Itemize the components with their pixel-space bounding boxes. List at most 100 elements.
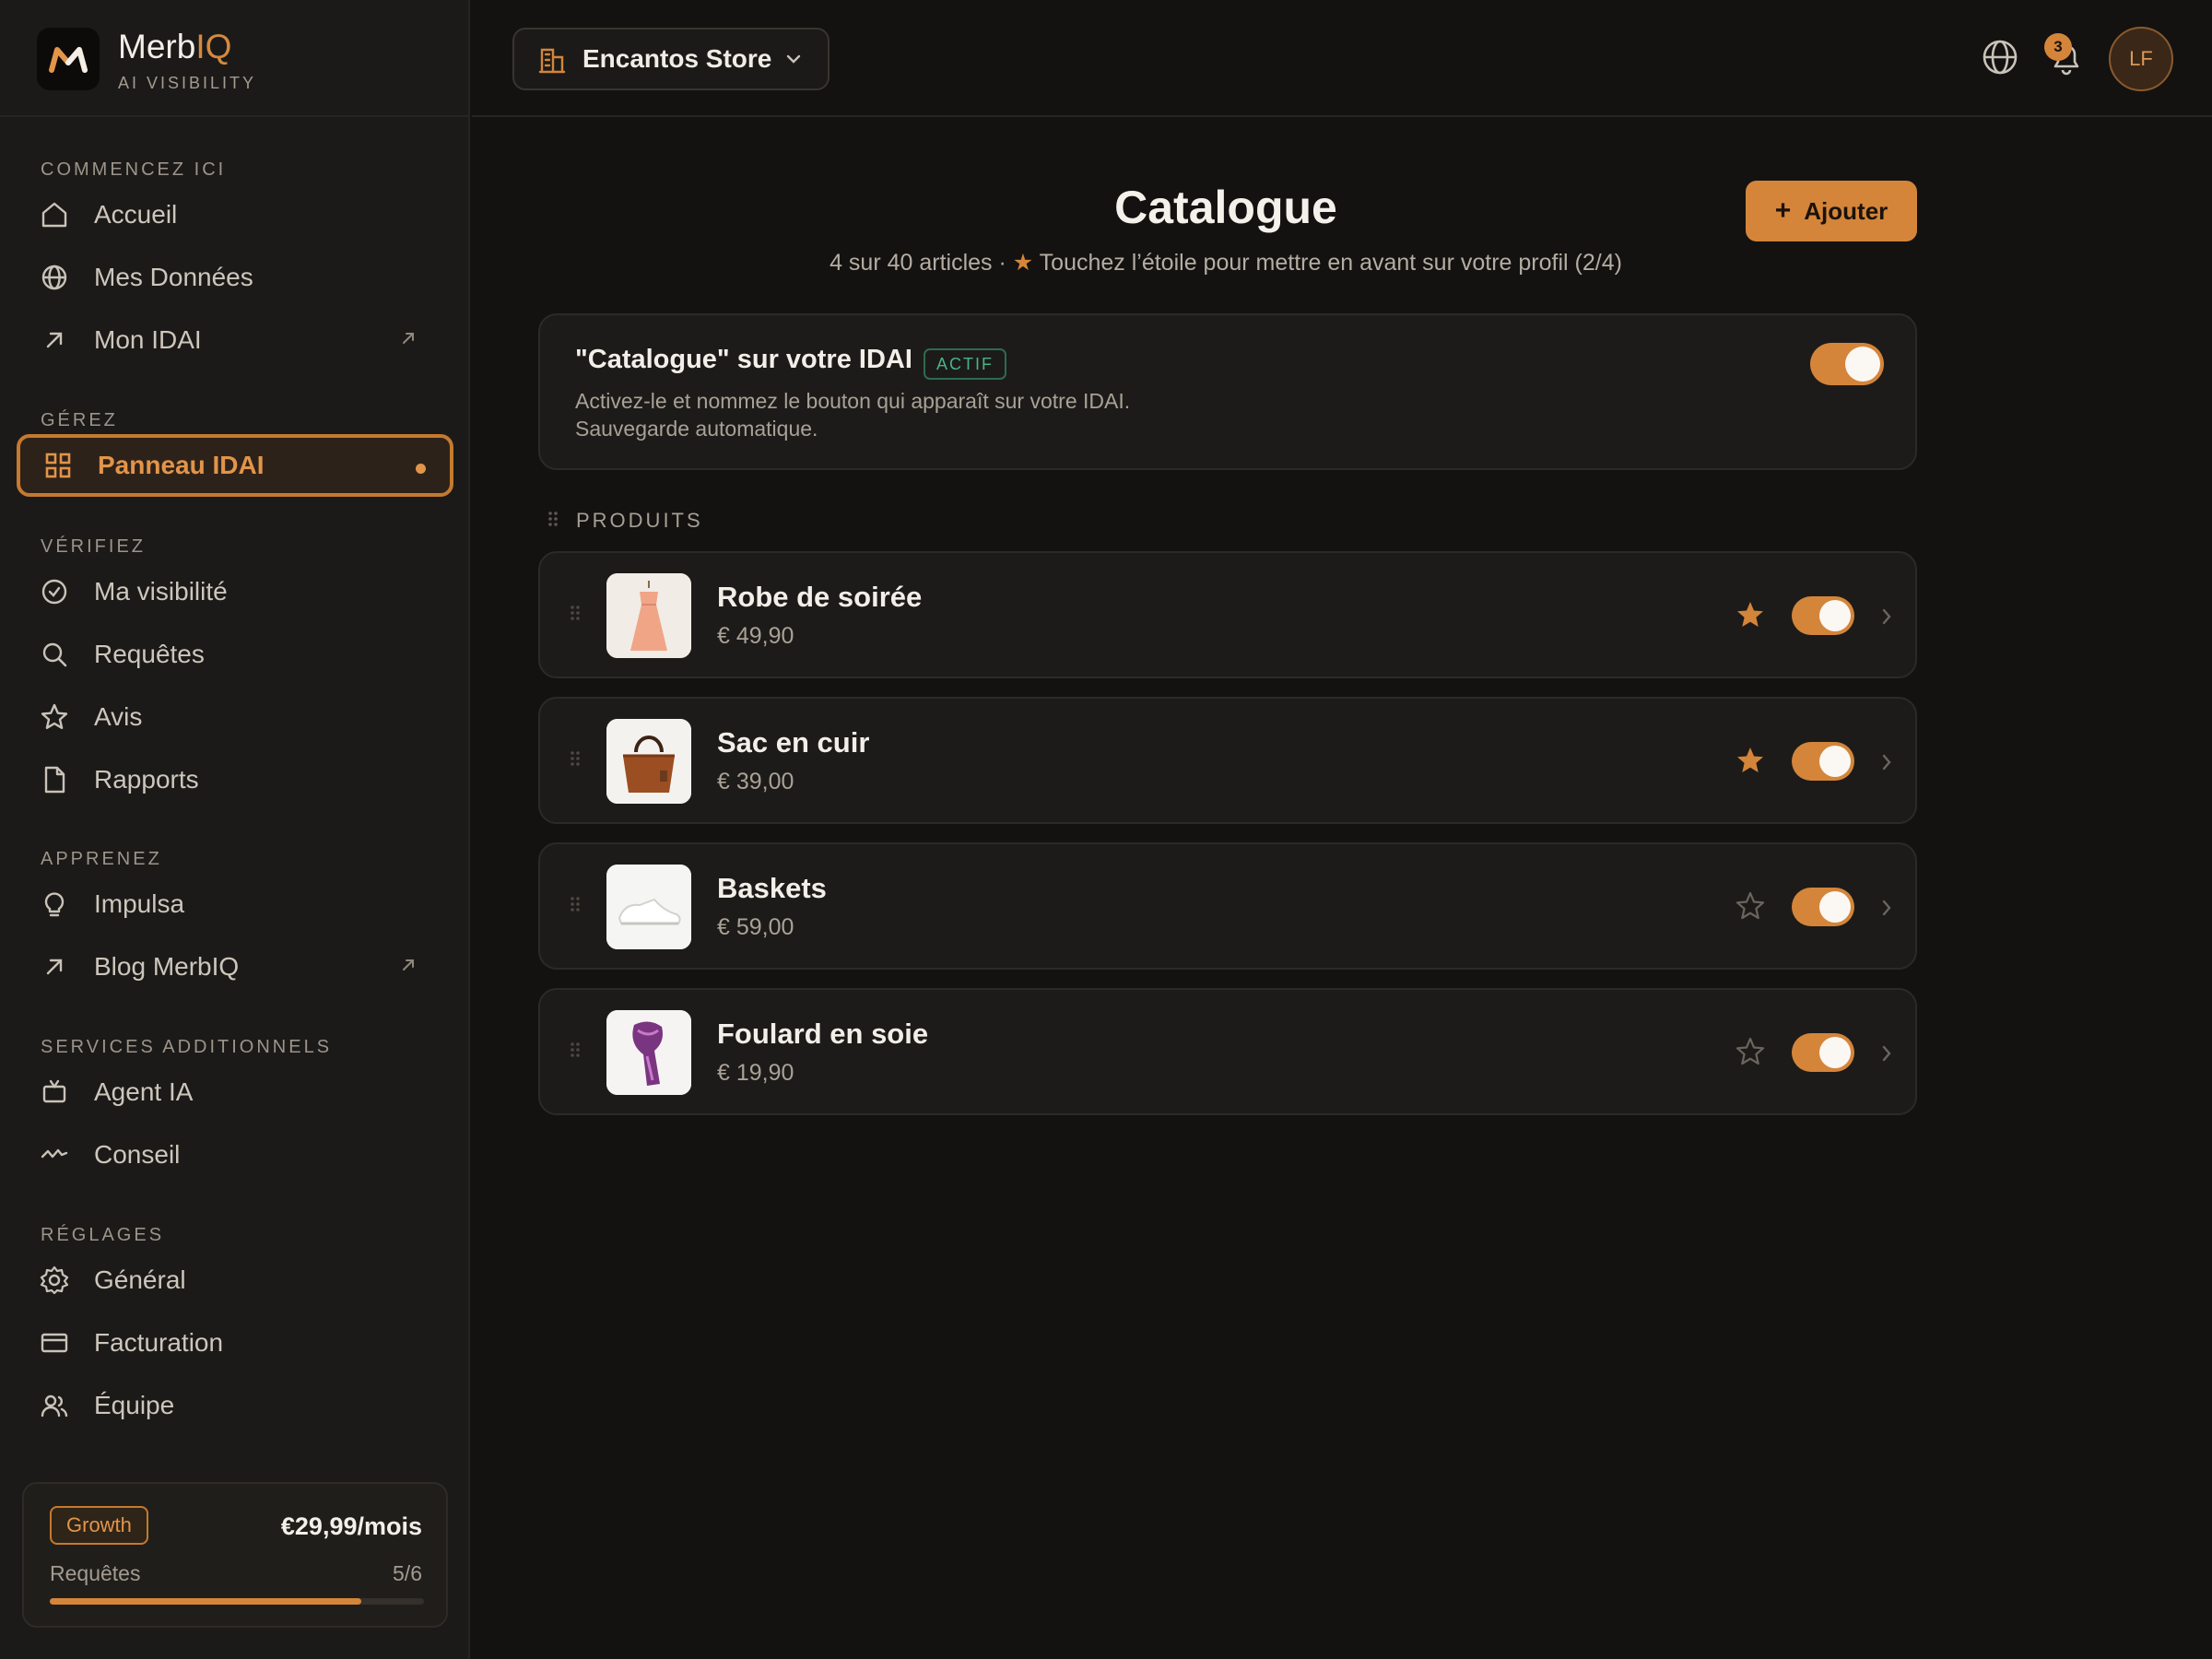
product-name: Sac en cuir bbox=[717, 726, 870, 759]
sidebar-item-label: Requêtes bbox=[94, 640, 205, 668]
drag-handle-icon[interactable] bbox=[547, 511, 559, 527]
sidebar-item-general[interactable]: Général bbox=[17, 1249, 453, 1312]
product-toggle[interactable] bbox=[1792, 888, 1854, 926]
sidebar-item-label: Conseil bbox=[94, 1140, 181, 1169]
section-label-produits: PRODUITS bbox=[576, 509, 703, 532]
product-row[interactable]: Foulard en soie € 19,90 bbox=[538, 988, 1917, 1115]
check-circle-icon bbox=[39, 576, 70, 607]
plan-badge: Growth bbox=[50, 1506, 148, 1545]
search-icon bbox=[39, 639, 70, 670]
sidebar-item-facturation[interactable]: Facturation bbox=[17, 1312, 453, 1374]
star-icon bbox=[39, 701, 70, 733]
sidebar-item-label: Avis bbox=[94, 702, 143, 731]
product-toggle[interactable] bbox=[1792, 1033, 1854, 1072]
nav-section-label: APPRENEZ bbox=[41, 849, 162, 869]
star-filled-icon[interactable] bbox=[1735, 745, 1766, 776]
active-indicator bbox=[416, 464, 426, 474]
star-outline-icon[interactable] bbox=[1735, 1036, 1766, 1067]
topbar: Encantos Store bbox=[472, 0, 2212, 117]
external-link-icon bbox=[400, 330, 417, 347]
product-toggle[interactable] bbox=[1792, 742, 1854, 781]
nav-section-label: SERVICES ADDITIONNELS bbox=[41, 1037, 333, 1057]
plan-usage-count: 5/6 bbox=[393, 1561, 422, 1585]
sidebar-item-avis[interactable]: Avis bbox=[17, 686, 453, 748]
add-button[interactable]: + Ajouter bbox=[1746, 181, 1917, 241]
sidebar-item-label: Ma visibilité bbox=[94, 577, 228, 606]
chevron-right-icon[interactable] bbox=[1880, 606, 1893, 627]
sidebar-item-label: Mes Données bbox=[94, 263, 253, 291]
product-row[interactable]: Baskets € 59,00 bbox=[538, 842, 1917, 970]
sidebar-item-label: Panneau IDAI bbox=[98, 451, 265, 479]
sidebar-item-mon-idai[interactable]: Mon IDAI bbox=[17, 309, 453, 371]
language-globe-icon[interactable] bbox=[1980, 37, 2020, 77]
notification-count-badge: 3 bbox=[2044, 33, 2072, 61]
sidebar-item-requetes[interactable]: Requêtes bbox=[17, 623, 453, 686]
brand-header: MerbIQ AI VISIBILITY bbox=[0, 0, 470, 117]
chevron-right-icon[interactable] bbox=[1880, 752, 1893, 772]
product-row[interactable]: Sac en cuir € 39,00 bbox=[538, 697, 1917, 824]
sidebar-item-label: Impulsa bbox=[94, 889, 185, 918]
sidebar-item-label: Agent IA bbox=[94, 1077, 194, 1106]
plan-card[interactable]: Growth €29,99/mois Requêtes 5/6 bbox=[22, 1482, 448, 1628]
brand-name: MerbIQ bbox=[118, 28, 232, 65]
nav-section-label: COMMENCEZ ICI bbox=[41, 159, 227, 180]
sidebar-item-mes-donnees[interactable]: Mes Données bbox=[17, 246, 453, 309]
product-image bbox=[606, 573, 691, 658]
robot-icon bbox=[39, 1077, 70, 1108]
sidebar-item-label: Blog MerbIQ bbox=[94, 952, 240, 981]
sidebar-item-blog-merbiq[interactable]: Blog MerbIQ bbox=[17, 935, 453, 998]
external-link-icon bbox=[400, 957, 417, 973]
store-selector[interactable]: Encantos Store bbox=[512, 28, 830, 90]
brand-subtitle: AI VISIBILITY bbox=[118, 74, 257, 92]
star-outline-icon[interactable] bbox=[1735, 890, 1766, 922]
sidebar-item-rapports[interactable]: Rapports bbox=[17, 748, 453, 811]
sidebar-item-conseil[interactable]: Conseil bbox=[17, 1124, 453, 1186]
sidebar-item-ma-visibilite[interactable]: Ma visibilité bbox=[17, 560, 453, 623]
globe-icon bbox=[39, 262, 70, 293]
sidebar-item-agent-ia[interactable]: Agent IA bbox=[17, 1061, 453, 1124]
credit-card-icon bbox=[39, 1327, 70, 1359]
plan-usage-bar bbox=[50, 1598, 424, 1605]
grid-icon bbox=[42, 450, 74, 481]
feature-description: Activez-le et nommez le bouton qui appar… bbox=[575, 389, 1131, 441]
nav-section-label: VÉRIFIEZ bbox=[41, 536, 147, 557]
activity-icon bbox=[39, 1139, 70, 1171]
star-icon: ★ bbox=[1012, 250, 1034, 276]
product-price: € 49,90 bbox=[717, 623, 794, 649]
user-avatar[interactable]: LF bbox=[2109, 27, 2173, 91]
sidebar-item-accueil[interactable]: Accueil bbox=[17, 183, 453, 246]
product-row[interactable]: Robe de soirée € 49,90 bbox=[538, 551, 1917, 678]
building-icon bbox=[538, 44, 566, 74]
arrow-up-right-icon bbox=[39, 951, 70, 982]
drag-handle-icon[interactable] bbox=[570, 605, 581, 621]
chevron-right-icon[interactable] bbox=[1880, 1043, 1893, 1064]
sidebar-item-panneau-idai[interactable]: Panneau IDAI bbox=[17, 434, 453, 497]
page-title: Catalogue bbox=[1114, 182, 1337, 233]
plan-usage-label: Requêtes bbox=[50, 1561, 141, 1585]
home-icon bbox=[39, 199, 70, 230]
drag-handle-icon[interactable] bbox=[570, 896, 581, 912]
drag-handle-icon[interactable] bbox=[570, 1041, 581, 1058]
sidebar-item-label: Rapports bbox=[94, 765, 199, 794]
lightbulb-icon bbox=[39, 888, 70, 920]
nav-section-label: GÉREZ bbox=[41, 410, 118, 430]
product-image bbox=[606, 865, 691, 949]
star-filled-icon[interactable] bbox=[1735, 599, 1766, 630]
drag-handle-icon[interactable] bbox=[570, 750, 581, 767]
chevron-right-icon[interactable] bbox=[1880, 898, 1893, 918]
sidebar-item-label: Équipe bbox=[94, 1391, 175, 1419]
arrow-up-right-icon bbox=[39, 324, 70, 356]
sidebar-item-label: Accueil bbox=[94, 200, 178, 229]
chevron-down-icon bbox=[785, 53, 802, 65]
plan-usage-fill bbox=[50, 1598, 362, 1605]
feature-title: "Catalogue" sur votre IDAI bbox=[575, 345, 912, 374]
sidebar-item-label: Mon IDAI bbox=[94, 325, 202, 354]
users-icon bbox=[39, 1390, 70, 1421]
product-toggle[interactable] bbox=[1792, 596, 1854, 635]
sidebar-item-equipe[interactable]: Équipe bbox=[17, 1374, 453, 1437]
brand-logo[interactable] bbox=[37, 28, 100, 90]
page-subtitle: 4 sur 40 articles · ★ Touchez l’étoile p… bbox=[830, 250, 1622, 276]
gear-icon bbox=[39, 1265, 70, 1296]
feature-toggle[interactable] bbox=[1810, 343, 1884, 385]
sidebar-item-impulsa[interactable]: Impulsa bbox=[17, 873, 453, 935]
